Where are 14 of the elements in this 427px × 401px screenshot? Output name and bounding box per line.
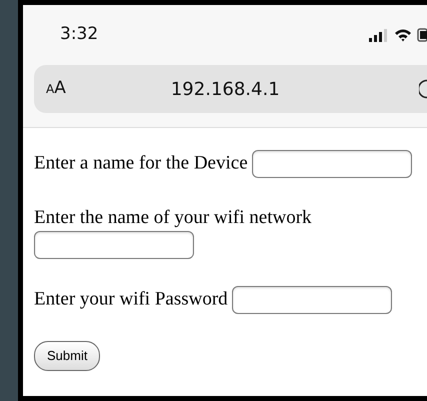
status-time: 3:32 — [60, 23, 98, 46]
wifi-icon — [394, 28, 412, 42]
url-text: 192.168.4.1 — [170, 78, 280, 102]
input-field[interactable] — [34, 231, 194, 259]
reload-icon[interactable] — [419, 79, 427, 99]
field-label: Enter a name for the Device — [34, 152, 248, 174]
submit-button[interactable]: Submit — [34, 341, 100, 370]
input-field[interactable] — [232, 286, 392, 314]
battery-icon — [417, 28, 427, 42]
field-label: Enter your wifi Password — [34, 288, 228, 310]
signal-icon — [369, 28, 389, 42]
field-label: Enter the name of your wifi network — [34, 207, 312, 228]
text-size-button[interactable]: AA — [46, 76, 66, 102]
input-field[interactable] — [252, 150, 412, 178]
